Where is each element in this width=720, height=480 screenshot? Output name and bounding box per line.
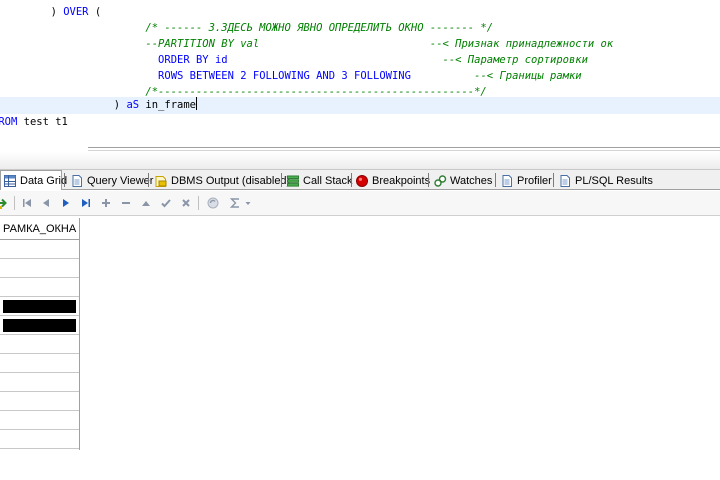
code-keyword: ORDER BY [158,54,209,66]
table-row[interactable] [0,411,79,430]
code-keyword: ROWS BETWEEN [158,70,234,82]
tab-plsql-results[interactable]: PL/SQL Results [556,171,653,190]
tab-breakpoints[interactable]: Breakpoints [353,171,430,190]
code-line-5[interactable]: ROWS BETWEEN 2 FOLLOWING AND 3 FOLLOWING… [0,68,720,84]
code-line-8[interactable]: FROM test t1 [0,114,712,130]
table-row[interactable] [0,430,79,449]
table-row[interactable] [0,392,79,411]
document-icon [500,174,514,188]
tab-divider [64,173,65,187]
code-line-7-current[interactable]: ) aS in_frame [0,97,720,114]
splitter-groove [88,147,720,148]
code-text: ( [88,6,102,18]
stack-icon [286,174,300,188]
table-row-redacted[interactable] [0,316,79,335]
tab-query-viewer[interactable]: Query Viewer [68,171,153,190]
export-icon[interactable] [0,196,10,210]
code-keyword: aS [126,99,140,111]
grid-toolbar [0,191,720,216]
code-text: ) [0,99,127,111]
tab-label: PL/SQL Results [575,174,653,187]
code-comment: /* ------ 3.ЗДЕСЬ МОЖНО ЯВНО ОПРЕДЕЛИТЬ … [0,22,494,34]
code-keyword: FOLLOWING AND [252,70,336,82]
result-tabs: Data Grid Query Viewer DBMS Output (disa… [0,170,720,190]
code-keyword: FROM [0,116,18,128]
code-keyword: FOLLOWING [354,70,411,82]
tab-label: Call Stack [303,174,353,187]
tab-data-grid[interactable]: Data Grid [0,170,67,190]
table-row[interactable] [0,354,79,373]
tab-call-stack[interactable]: Call Stack [284,171,353,190]
delete-record-icon[interactable] [119,196,133,210]
text-caret [196,97,197,110]
code-text: test t1 [17,116,68,128]
tab-divider [148,173,149,187]
code-number: 2 [233,70,253,82]
tab-label: Data Grid [20,174,68,187]
tab-label: Breakpoints [372,174,431,187]
tab-label: Profiler [517,174,552,187]
splitter-groove [88,150,720,151]
cancel-edit-icon[interactable] [179,196,193,210]
code-line-1[interactable]: ) OVER ( [0,4,720,20]
code-line-3[interactable]: --PARTITION BY val --< Признак принадлеж… [0,36,720,52]
toolbar-divider [14,196,15,210]
code-line-4[interactable]: ORDER BY id --< Параметр сортировки [0,52,720,68]
tab-divider [281,173,282,187]
column-header-ramka-okna[interactable]: РАМКА_ОКНА [0,218,79,240]
tab-label: DBMS Output (disabled) [171,174,291,187]
document-icon [558,174,572,188]
redaction-bar [3,319,76,332]
code-comment: --< Признак принадлежности ок [259,38,614,50]
code-line-2[interactable]: /* ------ 3.ЗДЕСЬ МОЖНО ЯВНО ОПРЕДЕЛИТЬ … [0,20,720,36]
code-comment: --< Параметр сортировки [227,54,588,66]
code-text: id [208,54,228,66]
tab-label: Watches [450,174,493,187]
grid-icon [3,174,17,188]
tab-watches[interactable]: Watches [431,171,492,190]
breakpoint-icon [355,174,369,188]
refresh-icon[interactable] [206,196,220,210]
table-row[interactable] [0,335,79,354]
tab-profiler[interactable]: Profiler [498,171,552,190]
code-comment: --PARTITION BY val [0,38,260,50]
table-row[interactable] [0,278,79,297]
document-icon [70,174,84,188]
table-row[interactable] [0,240,79,259]
tab-label: Query Viewer [87,174,154,187]
table-row[interactable] [0,373,79,392]
splitter-shade [0,152,720,170]
table-row-redacted[interactable] [0,297,79,316]
code-number: 3 [335,70,355,82]
sum-icon[interactable] [228,196,242,210]
tab-dbms-output[interactable]: DBMS Output (disabled) [152,171,290,190]
code-keyword: OVER [63,6,89,18]
edit-record-icon[interactable] [139,196,153,210]
code-comment: --< Границы рамки [410,70,582,82]
output-icon [154,174,168,188]
next-record-icon[interactable] [59,196,73,210]
last-record-icon[interactable] [79,196,93,210]
post-edit-icon[interactable] [159,196,173,210]
redaction-bar [3,300,76,313]
tab-divider [553,173,554,187]
first-record-icon[interactable] [20,196,34,210]
code-text: ) [0,6,64,18]
data-grid[interactable]: РАМКА_ОКНА [0,218,80,450]
tab-divider [351,173,352,187]
tab-divider [428,173,429,187]
insert-record-icon[interactable] [99,196,113,210]
table-row[interactable] [0,259,79,278]
prior-record-icon[interactable] [39,196,53,210]
watch-icon [433,174,447,188]
code-text: in_frame [139,99,196,111]
toolbar-divider [198,196,199,210]
tab-divider [495,173,496,187]
sql-editor[interactable]: ) OVER ( /* ------ 3.ЗДЕСЬ МОЖНО ЯВНО ОП… [0,0,720,140]
dropdown-arrow-icon[interactable] [244,196,252,210]
pane-splitter[interactable] [0,140,720,170]
